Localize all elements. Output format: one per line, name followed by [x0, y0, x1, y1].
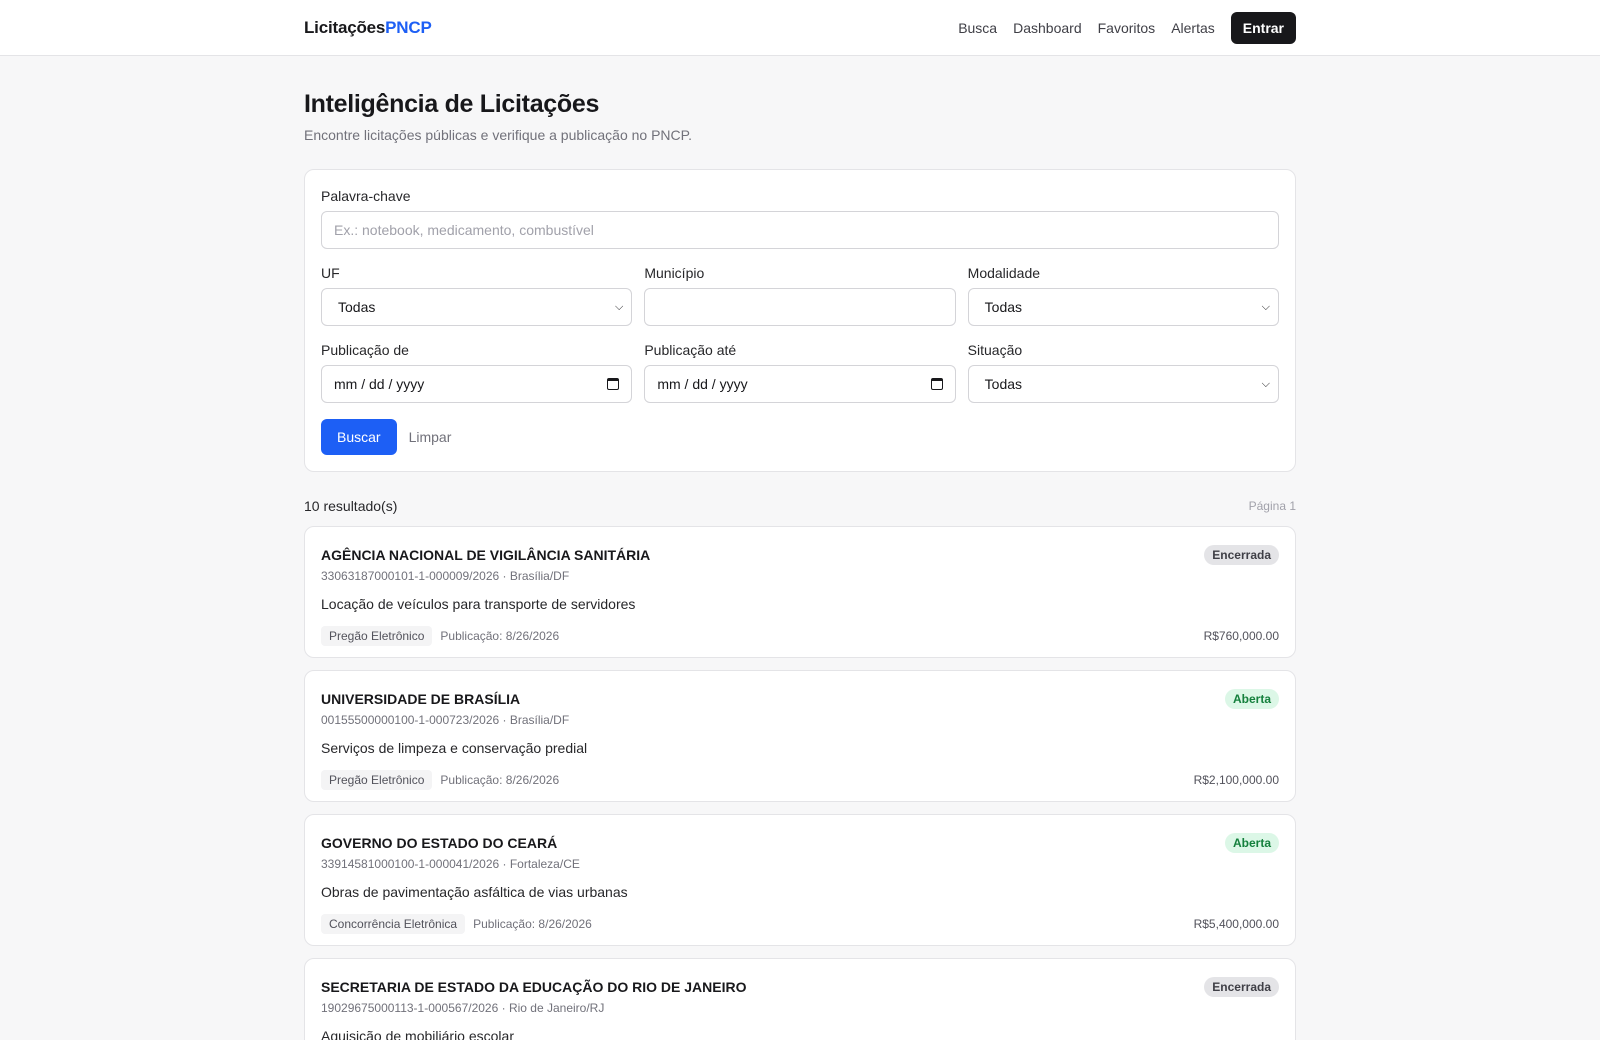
uf-selected: Todas [338, 299, 376, 315]
form-actions: Buscar Limpar [321, 419, 1279, 455]
clear-button[interactable]: Limpar [409, 429, 452, 445]
result-card[interactable]: GOVERNO DO ESTADO DO CEARÁ Aberta 339145… [304, 814, 1296, 946]
status-badge: Encerrada [1204, 977, 1279, 997]
search-button[interactable]: Buscar [321, 419, 397, 455]
logo-accent: PNCP [385, 18, 432, 37]
modalidade-tag: Pregão Eletrônico [321, 626, 433, 646]
result-org: GOVERNO DO ESTADO DO CEARÁ [321, 835, 558, 851]
pub-ate-value: mm / dd / yyyy [657, 376, 748, 392]
pub-de-label: Publicação de [321, 342, 409, 358]
status-badge: Aberta [1224, 833, 1279, 853]
result-meta: 00155500000100-1-000723/2026 · Brasília/… [321, 713, 570, 727]
modalidade-label: Modalidade [967, 265, 1041, 281]
result-meta: 33914581000100-1-000041/2026 · Fortaleza… [321, 857, 580, 871]
pub-ate-date-input[interactable]: mm / dd / yyyy [644, 365, 956, 403]
result-description: Obras de pavimentação asfáltica de vias … [321, 884, 628, 900]
result-card[interactable]: SECRETARIA DE ESTADO DA EDUCAÇÃO DO RIO … [304, 958, 1296, 1040]
nav-dashboard[interactable]: Dashboard [1013, 20, 1082, 36]
municipio-label: Município [644, 265, 705, 281]
nav-favoritos[interactable]: Favoritos [1098, 20, 1156, 36]
estimated-value: R$2,100,000.00 [1193, 773, 1279, 787]
result-org: AGÊNCIA NACIONAL DE VIGILÂNCIA SANITÁRIA [321, 547, 651, 563]
login-button[interactable]: Entrar [1230, 12, 1296, 44]
page-indicator: Página 1 [1248, 499, 1296, 513]
status-badge: Encerrada [1204, 545, 1279, 565]
pub-de-date-input[interactable]: mm / dd / yyyy [321, 365, 633, 403]
nav-alertas[interactable]: Alertas [1171, 20, 1215, 36]
modalidade-selected: Todas [984, 299, 1023, 315]
keyword-input[interactable]: Ex.: notebook, medicamento, combustível [321, 211, 1279, 249]
situacao-label: Situação [967, 342, 1023, 358]
chevron-down-icon: ⌵ [1261, 300, 1270, 313]
result-description: Locação de veículos para transporte de s… [321, 596, 636, 612]
result-org: UNIVERSIDADE DE BRASÍLIA [321, 691, 521, 707]
results-header: 10 resultado(s) Página 1 [304, 498, 1296, 514]
main-nav: Busca Dashboard Favoritos Alertas Entrar [958, 12, 1296, 44]
result-card[interactable]: AGÊNCIA NACIONAL DE VIGILÂNCIA SANITÁRIA… [304, 526, 1296, 658]
app-logo[interactable]: LicitaçõesPNCP [304, 18, 432, 38]
result-org: SECRETARIA DE ESTADO DA EDUCAÇÃO DO RIO … [321, 979, 747, 995]
keyword-label: Palavra-chave [321, 188, 411, 204]
publication-date: Publicação: 8/26/2026 [440, 773, 560, 787]
result-description: Serviços de limpeza e conservação predia… [321, 740, 588, 756]
nav-busca[interactable]: Busca [958, 20, 997, 36]
result-meta: 33063187000101-1-000009/2026 · Brasília/… [321, 569, 570, 583]
page-subtitle: Encontre licitações públicas e verifique… [304, 127, 693, 143]
modalidade-tag: Pregão Eletrônico [321, 770, 433, 790]
result-card[interactable]: UNIVERSIDADE DE BRASÍLIA Aberta 00155500… [304, 670, 1296, 802]
uf-label: UF [321, 265, 340, 281]
chevron-down-icon: ⌵ [1261, 377, 1270, 390]
modalidade-select[interactable]: Todas ⌵ [967, 288, 1279, 326]
situacao-selected: Todas [984, 376, 1023, 392]
pub-ate-label: Publicação até [644, 342, 737, 358]
filters-row-2: Publicação de mm / dd / yyyy Publicação … [321, 342, 1279, 403]
status-badge: Aberta [1224, 689, 1279, 709]
modalidade-tag: Concorrência Eletrônica [321, 914, 466, 934]
page-title: Inteligência de Licitações [304, 90, 600, 118]
municipio-input[interactable] [644, 288, 956, 326]
estimated-value: R$760,000.00 [1203, 629, 1279, 643]
search-form: Palavra-chave Ex.: notebook, medicamento… [304, 169, 1296, 472]
publication-date: Publicação: 8/26/2026 [440, 629, 560, 643]
results-count: 10 resultado(s) [304, 498, 398, 514]
uf-select[interactable]: Todas ⌵ [321, 288, 633, 326]
logo-text: Licitações [304, 18, 386, 37]
result-description: Aquisição de mobiliário escolar [321, 1028, 514, 1040]
main-content: Inteligência de Licitações Encontre lici… [304, 90, 1296, 1040]
estimated-value: R$5,400,000.00 [1193, 917, 1279, 931]
chevron-down-icon: ⌵ [614, 300, 624, 313]
calendar-icon[interactable] [607, 378, 620, 390]
filters-row-1: UF Todas ⌵ Município Modalidade Todas ⌵ [321, 265, 1279, 326]
pub-de-value: mm / dd / yyyy [334, 376, 425, 392]
result-meta: 19029675000113-1-000567/2026 · Rio de Ja… [321, 1001, 605, 1015]
publication-date: Publicação: 8/26/2026 [473, 917, 592, 931]
calendar-icon[interactable] [930, 378, 943, 390]
top-bar: LicitaçõesPNCP Busca Dashboard Favoritos… [0, 0, 1600, 56]
situacao-select[interactable]: Todas ⌵ [967, 365, 1279, 403]
